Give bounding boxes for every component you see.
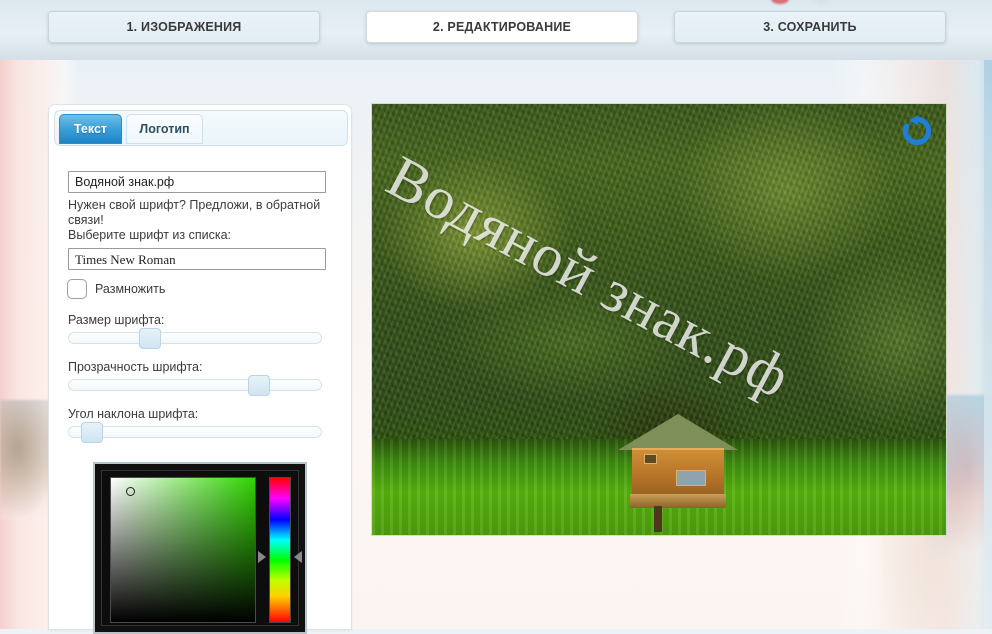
backdrop-right-strip	[984, 0, 992, 629]
saturation-value-cursor[interactable]	[126, 487, 135, 496]
controls-panel: Текст Логотип Нужен свой шрифт? Предложи…	[48, 104, 352, 634]
watermark-text-input[interactable]	[68, 171, 326, 193]
tab-logo-label: Логотип	[139, 122, 190, 136]
top-step-bar-inner: 1. ИЗОБРАЖЕНИЯ 2. РЕДАКТИРОВАНИЕ 3. СОХР…	[8, 0, 984, 60]
cabin-window-upper	[644, 454, 657, 464]
font-select-hint: Выберите шрифт из списка:	[68, 228, 232, 242]
font-angle-slider[interactable]	[68, 422, 322, 443]
tab-text[interactable]: Текст	[59, 114, 122, 144]
cabin-roof	[618, 414, 738, 450]
step-button-images[interactable]: 1. ИЗОБРАЖЕНИЯ	[48, 11, 320, 43]
tab-text-label: Текст	[73, 122, 108, 136]
font-select[interactable]: Times New Roman	[68, 248, 326, 270]
topbar-artifact-blue	[813, 0, 829, 4]
font-size-slider-handle[interactable]	[139, 328, 161, 349]
font-angle-slider-handle[interactable]	[81, 422, 103, 443]
font-opacity-label: Прозрачность шрифта:	[68, 360, 203, 374]
controls-panel-body: Нужен свой шрифт? Предложи, в обратной с…	[49, 151, 351, 634]
hue-arrow-right-icon	[294, 551, 302, 563]
font-size-label: Размер шрифта:	[68, 313, 165, 327]
color-picker[interactable]	[93, 462, 307, 634]
font-opacity-slider-handle[interactable]	[248, 375, 270, 396]
font-request-hint: Нужен свой шрифт? Предложи, в обратной с…	[68, 198, 321, 227]
top-step-bar: 1. ИЗОБРАЖЕНИЯ 2. РЕДАКТИРОВАНИЕ 3. СОХР…	[0, 0, 992, 60]
rotate-icon[interactable]	[900, 114, 934, 148]
preview-photo	[372, 104, 946, 535]
preview-image-panel[interactable]: Водяной знак.рф	[371, 103, 947, 536]
preview-photo-cabin	[618, 414, 738, 532]
font-opacity-slider[interactable]	[68, 375, 322, 396]
multiply-checkbox-row[interactable]: Размножить	[67, 279, 165, 299]
font-angle-label: Угол наклона шрифта:	[68, 407, 199, 421]
color-picker-inner	[101, 470, 302, 626]
step-button-save[interactable]: 3. СОХРАНИТЬ	[674, 11, 946, 43]
step-button-images-label: 1. ИЗОБРАЖЕНИЯ	[126, 20, 242, 34]
topbar-artifact-pink	[771, 0, 789, 4]
hue-arrow-left-icon	[258, 551, 266, 563]
cabin-window-lower	[676, 470, 706, 486]
tab-logo[interactable]: Логотип	[126, 114, 203, 144]
step-button-editing[interactable]: 2. РЕДАКТИРОВАНИЕ	[366, 11, 638, 43]
saturation-value-square[interactable]	[110, 477, 256, 623]
cabin-porch	[630, 494, 726, 508]
step-button-save-label: 3. СОХРАНИТЬ	[763, 20, 857, 34]
step-button-editing-label: 2. РЕДАКТИРОВАНИЕ	[432, 20, 572, 34]
cabin-stilt	[654, 506, 662, 532]
font-size-slider[interactable]	[68, 328, 322, 349]
tab-strip: Текст Логотип	[54, 110, 348, 146]
hue-strip[interactable]	[269, 477, 291, 623]
multiply-checkbox[interactable]	[67, 279, 87, 299]
multiply-checkbox-label: Размножить	[95, 282, 166, 296]
